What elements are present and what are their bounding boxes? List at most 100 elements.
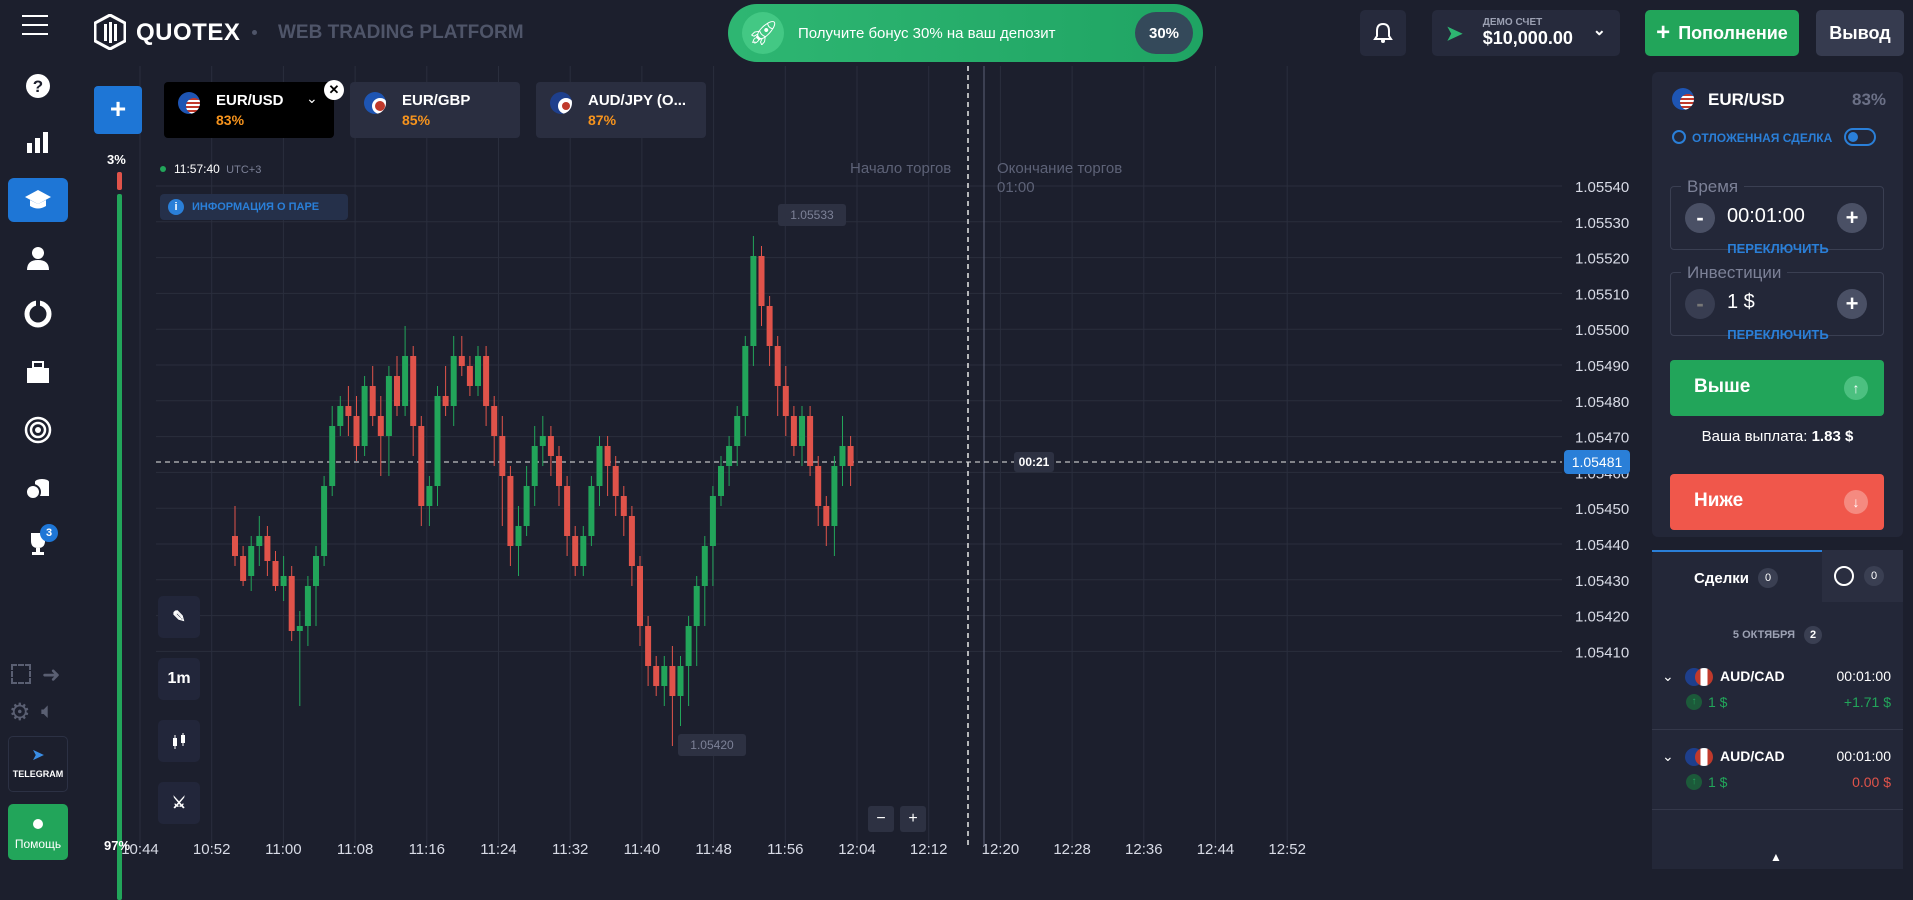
chevron-down-icon: ⌄ bbox=[1662, 668, 1674, 684]
notifications-bell-button[interactable] bbox=[1360, 10, 1406, 56]
candle-body bbox=[653, 666, 660, 686]
candlestick-chart[interactable]: 10:44 10:52 11:00 11:08 11:16 11:24 11:32 11:40… bbox=[72, 66, 1652, 869]
y-tick-label: 1.05450 bbox=[1575, 501, 1629, 518]
deal-row[interactable]: ⌄ AUD/CAD 00:01:00 ↑ 1 $ 0.00 $ bbox=[1652, 742, 1903, 810]
candle-body bbox=[847, 446, 854, 466]
current-price-badge: 1.05481 bbox=[1564, 450, 1630, 474]
down-label: Ниже bbox=[1694, 490, 1744, 511]
x-tick-label: 12:44 bbox=[1197, 841, 1235, 858]
candle-body bbox=[750, 256, 757, 346]
close-tab-icon[interactable]: ✕ bbox=[324, 80, 344, 100]
chart-area[interactable]: 10:44 10:52 11:00 11:08 11:16 11:24 11:32 11:40… bbox=[72, 66, 1652, 900]
fullscreen-icon[interactable] bbox=[11, 664, 31, 684]
bonus-banner[interactable]: 🚀︎ Получите бонус 30% на ваш депозит 30% bbox=[728, 4, 1203, 62]
pair-info-button[interactable]: i ИНФОРМАЦИЯ О ПАРЕ bbox=[160, 194, 348, 220]
time-minus-button[interactable]: - bbox=[1685, 203, 1715, 233]
flag-eu-us-icon bbox=[1672, 88, 1694, 110]
pair-tab-eurgbp[interactable]: EUR/GBP 85% bbox=[350, 82, 520, 138]
zoom-out-button[interactable]: − bbox=[868, 806, 894, 832]
investment-plus-button[interactable]: + bbox=[1837, 289, 1867, 319]
candle-body bbox=[799, 416, 805, 446]
withdraw-button[interactable]: Вывод bbox=[1816, 10, 1904, 56]
up-button[interactable]: Выше ↑ bbox=[1670, 360, 1884, 416]
x-tick-label: 12:20 bbox=[982, 841, 1020, 858]
sentiment-bar-sell bbox=[117, 172, 122, 190]
deals-date-count: 2 bbox=[1804, 626, 1823, 644]
investment-field[interactable]: Инвестиции - 1 $ + ПЕРЕКЛЮЧИТЬ bbox=[1670, 263, 1884, 342]
trophy-icon[interactable]: 3 bbox=[8, 522, 68, 566]
menu-icon[interactable] bbox=[22, 15, 48, 35]
pair-tab-payout: 85% bbox=[402, 112, 431, 128]
trade-pair-payout: 83% bbox=[1852, 90, 1887, 109]
candle-body bbox=[612, 466, 619, 496]
deals-tab[interactable]: Сделки 0 bbox=[1652, 550, 1822, 602]
investment-minus-button[interactable]: - bbox=[1685, 289, 1715, 319]
pair-tab-eurusd[interactable]: EUR/USD 83% ⌄ ✕ bbox=[164, 80, 344, 138]
candle-body bbox=[637, 566, 643, 626]
candle-body bbox=[507, 476, 514, 546]
y-tick-label: 1.05500 bbox=[1575, 322, 1629, 339]
candle-body bbox=[264, 536, 271, 561]
time-switch-link[interactable]: ПЕРЕКЛЮЧИТЬ bbox=[1671, 241, 1885, 256]
down-button[interactable]: Ниже ↓ bbox=[1670, 474, 1884, 530]
candle-body bbox=[296, 626, 303, 631]
pending-trade-toggle[interactable] bbox=[1844, 128, 1876, 146]
coins-icon[interactable] bbox=[8, 466, 68, 510]
deal-amount: 1 $ bbox=[1708, 774, 1728, 790]
analytics-bar-icon[interactable] bbox=[8, 120, 68, 164]
y-tick-label: 1.05510 bbox=[1575, 286, 1629, 303]
pencil-icon: ✎ bbox=[172, 609, 186, 626]
tournaments-icon[interactable] bbox=[8, 350, 68, 394]
chart-type-button[interactable] bbox=[158, 720, 200, 762]
payout-caption: Ваша выплата: bbox=[1701, 428, 1808, 445]
candle-body bbox=[304, 586, 311, 626]
paper-plane-icon: ➤ bbox=[1446, 22, 1463, 45]
profile-user-icon[interactable] bbox=[8, 236, 68, 280]
deal-row[interactable]: ⌄ AUD/CAD 00:01:00 ↑ 1 $ +1.71 $ bbox=[1652, 662, 1903, 730]
zoom-in-button[interactable]: + bbox=[900, 806, 926, 832]
candle-body bbox=[556, 456, 562, 486]
start-trading-label: Начало торгов bbox=[850, 160, 952, 177]
deals-tab-count: 0 bbox=[1758, 568, 1778, 588]
help-button[interactable]: Помощь bbox=[8, 804, 68, 860]
pair-tab-audjpy[interactable]: AUD/JPY (O... 87% bbox=[536, 82, 706, 138]
help-question-icon[interactable]: ? bbox=[8, 64, 68, 108]
history-tab-count: 0 bbox=[1864, 566, 1884, 586]
signals-icon[interactable] bbox=[8, 408, 68, 452]
investment-switch-link[interactable]: ПЕРЕКЛЮЧИТЬ bbox=[1671, 327, 1885, 342]
investment-value: 1 $ bbox=[1727, 291, 1755, 313]
end-trading-label: Окончание торгов bbox=[997, 160, 1123, 177]
add-pair-button[interactable]: + bbox=[94, 86, 142, 134]
time-plus-button[interactable]: + bbox=[1837, 203, 1867, 233]
bonus-text: Получите бонус 30% на ваш депозит bbox=[798, 24, 1056, 42]
indicators-button[interactable]: ⚔︎ bbox=[158, 782, 200, 824]
timeframe-button[interactable]: 1m bbox=[158, 658, 200, 700]
candle-body bbox=[361, 386, 368, 446]
telegram-button[interactable]: ➤ TELEGRAM bbox=[8, 736, 68, 792]
clock-time: 11:57:40 bbox=[174, 162, 220, 176]
platform-subtitle: WEB TRADING PLATFORM bbox=[278, 22, 524, 43]
education-cap-icon[interactable] bbox=[8, 178, 68, 222]
candle-body bbox=[385, 376, 392, 436]
deposit-button[interactable]: + Пополнение bbox=[1645, 10, 1799, 56]
history-tab[interactable]: 0 bbox=[1822, 550, 1903, 602]
candle-body bbox=[726, 446, 733, 466]
account-selector[interactable]: ➤ ДЕМО СЧЕТ $10,000.00 ⌄ bbox=[1432, 10, 1620, 56]
logout-arrow-icon[interactable]: ➜ bbox=[42, 662, 60, 688]
time-field[interactable]: Время - 00:01:00 + ПЕРЕКЛЮЧИТЬ bbox=[1670, 177, 1884, 256]
flag-eu-us-icon bbox=[178, 92, 200, 114]
draw-pencil-button[interactable]: ✎ bbox=[158, 596, 200, 638]
pair-tab-name: AUD/JPY (O... bbox=[588, 92, 687, 109]
candle-body bbox=[766, 306, 773, 346]
x-tick-label: 12:12 bbox=[910, 841, 948, 858]
market-pie-icon[interactable] bbox=[8, 292, 68, 336]
settings-gear-icon[interactable]: ⚙ bbox=[9, 698, 31, 727]
sentiment-bar-buy bbox=[117, 194, 122, 900]
collapse-up-icon[interactable]: ▲ bbox=[1770, 850, 1782, 864]
quotex-logo-icon bbox=[93, 13, 127, 51]
candle-body bbox=[580, 536, 587, 566]
candle-body bbox=[450, 356, 457, 406]
candle-body bbox=[839, 446, 846, 466]
sound-icon[interactable]: 🔈︎ bbox=[41, 698, 54, 724]
deal-result: 0.00 $ bbox=[1852, 774, 1891, 790]
